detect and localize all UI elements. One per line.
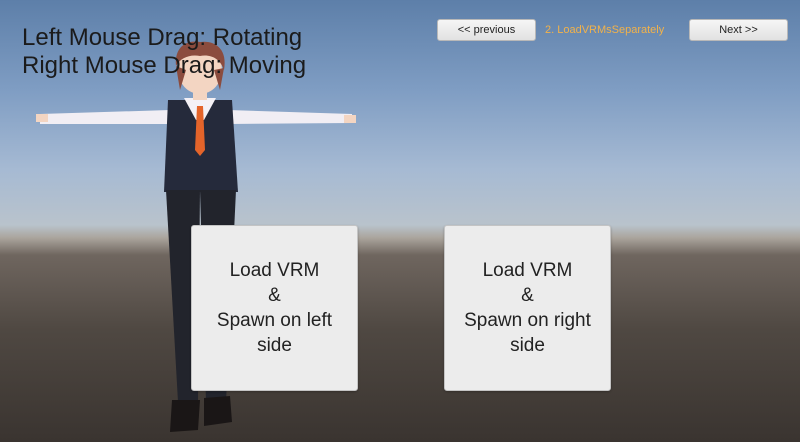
right-arm	[228, 110, 352, 124]
load-left-line2: &	[268, 285, 281, 306]
previous-button[interactable]: << previous	[437, 19, 536, 41]
left-hand	[36, 114, 48, 122]
right-hand	[344, 115, 356, 123]
left-arm	[40, 110, 170, 124]
load-vrm-left-button[interactable]: Load VRM & Spawn on left side	[191, 225, 358, 391]
scene-name-label: 2. LoadVRMsSeparately	[545, 24, 665, 36]
load-right-line3: Spawn on right side	[464, 310, 591, 356]
load-left-line3: Spawn on left side	[216, 310, 333, 356]
left-shoe	[170, 400, 200, 432]
load-left-line1: Load VRM	[229, 260, 320, 281]
load-right-line2: &	[521, 285, 534, 306]
help-rotate-text: Left Mouse Drag: Rotating	[22, 24, 303, 51]
load-vrm-right-button[interactable]: Load VRM & Spawn on right side	[444, 225, 611, 391]
help-move-text: Right Mouse Drag: Moving	[22, 52, 307, 79]
controls-help: Left Mouse Drag: Rotating Right Mouse Dr…	[22, 24, 306, 80]
load-right-line1: Load VRM	[482, 260, 573, 281]
next-button[interactable]: Next >>	[689, 19, 788, 41]
right-shoe	[204, 396, 232, 426]
